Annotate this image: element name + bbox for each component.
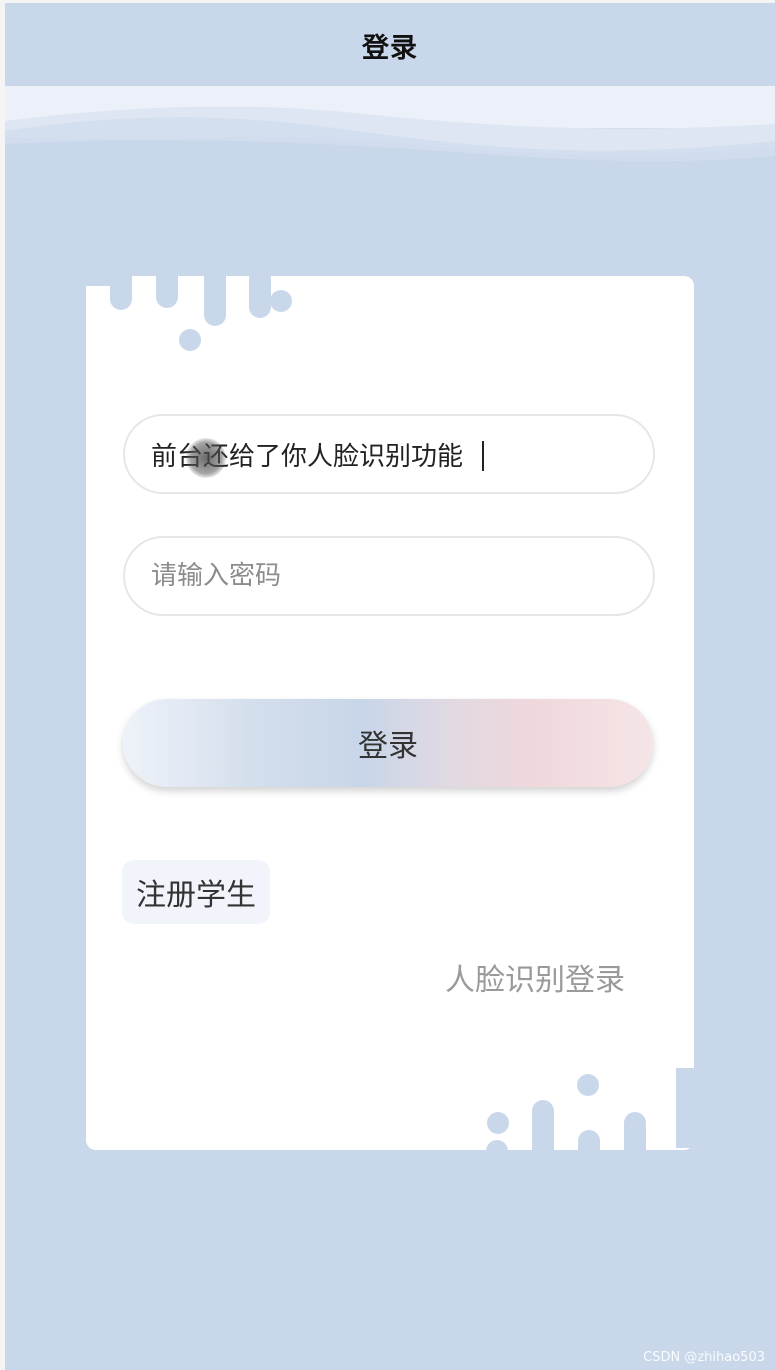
wave-decoration [5, 86, 775, 176]
watermark-text: CSDN @zhihao503 [643, 1350, 765, 1365]
touch-cursor-indicator [186, 438, 226, 478]
page-title: 登录 [362, 32, 418, 64]
register-student-button[interactable]: 注册学生 [122, 860, 270, 924]
password-input[interactable] [151, 538, 621, 614]
app-header: 登录 [5, 3, 775, 87]
password-field[interactable] [123, 536, 655, 616]
drip-decoration-top [86, 190, 292, 351]
face-recognition-login-link[interactable]: 人脸识别登录 [445, 955, 645, 1001]
text-caret [482, 441, 484, 471]
drip-decoration-bottom [486, 1068, 700, 1232]
window-frame-left [0, 0, 5, 1370]
login-button[interactable]: 登录 [123, 699, 653, 787]
